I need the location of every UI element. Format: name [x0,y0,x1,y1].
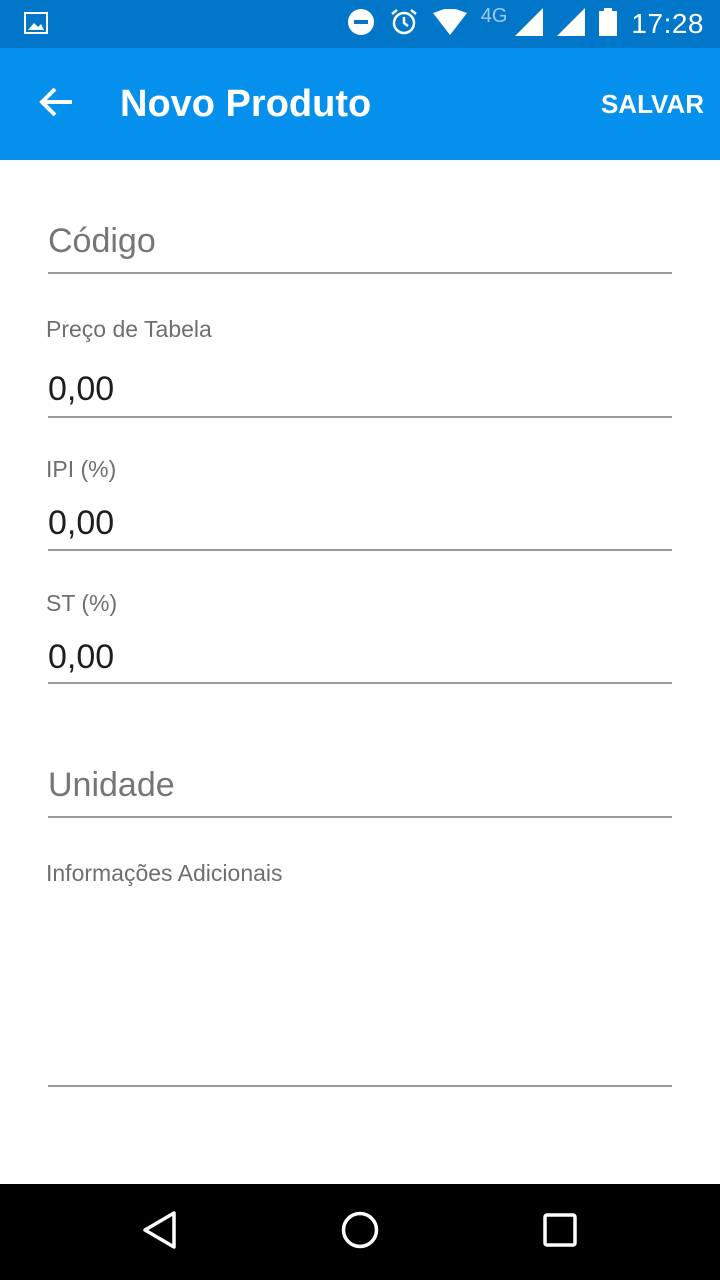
signal-icon [515,7,544,41]
image-icon [24,12,48,39]
st-value: 0,00 [48,638,115,676]
codigo-field[interactable]: Código [48,216,672,276]
status-icons: 4G 17:28 [347,0,704,48]
save-button[interactable]: SALVAR [601,86,704,122]
codigo-placeholder: Código [48,222,156,260]
unidade-field[interactable]: Unidade [48,760,672,820]
navigation-bar [0,1184,720,1280]
informacoes-adicionais-field[interactable]: Informações Adicionais [46,856,672,1092]
clock: 17:28 [631,8,704,39]
preco-tabela-underline [48,416,672,418]
page-title: Novo Produto [120,83,372,125]
preco-tabela-field[interactable]: Preço de Tabela 0,00 [46,312,672,422]
signal-icon [557,7,586,41]
ipi-value: 0,00 [48,504,115,542]
unidade-underline [48,816,672,818]
st-underline [48,682,672,684]
nav-back-button[interactable] [128,1204,192,1260]
alarm-icon [389,7,419,42]
preco-tabela-value: 0,00 [48,370,115,408]
informacoes-adicionais-underline [48,1085,672,1087]
ipi-field[interactable]: IPI (%) 0,00 [46,452,672,556]
informacoes-adicionais-label: Informações Adicionais [46,860,283,886]
home-circle-icon [340,1210,380,1255]
network-type-label: 4G [480,4,508,27]
ipi-label: IPI (%) [46,456,117,482]
codigo-underline [48,272,672,274]
battery-icon [599,7,618,41]
back-triangle-icon [140,1210,180,1255]
wifi-icon [432,6,467,40]
app-bar: Novo Produto SALVAR [0,48,720,160]
back-button[interactable] [24,76,88,132]
nav-home-button[interactable] [328,1204,392,1260]
ipi-underline [48,549,672,551]
preco-tabela-label: Preço de Tabela [46,316,212,342]
st-label: ST (%) [46,590,118,616]
unidade-placeholder: Unidade [48,766,175,804]
nav-recents-button[interactable] [528,1204,592,1260]
recents-square-icon [542,1212,578,1253]
status-bar: 4G 17:28 [0,0,720,48]
dnd-icon [347,8,375,41]
arrow-left-icon [38,86,74,123]
st-field[interactable]: ST (%) 0,00 [46,586,672,690]
